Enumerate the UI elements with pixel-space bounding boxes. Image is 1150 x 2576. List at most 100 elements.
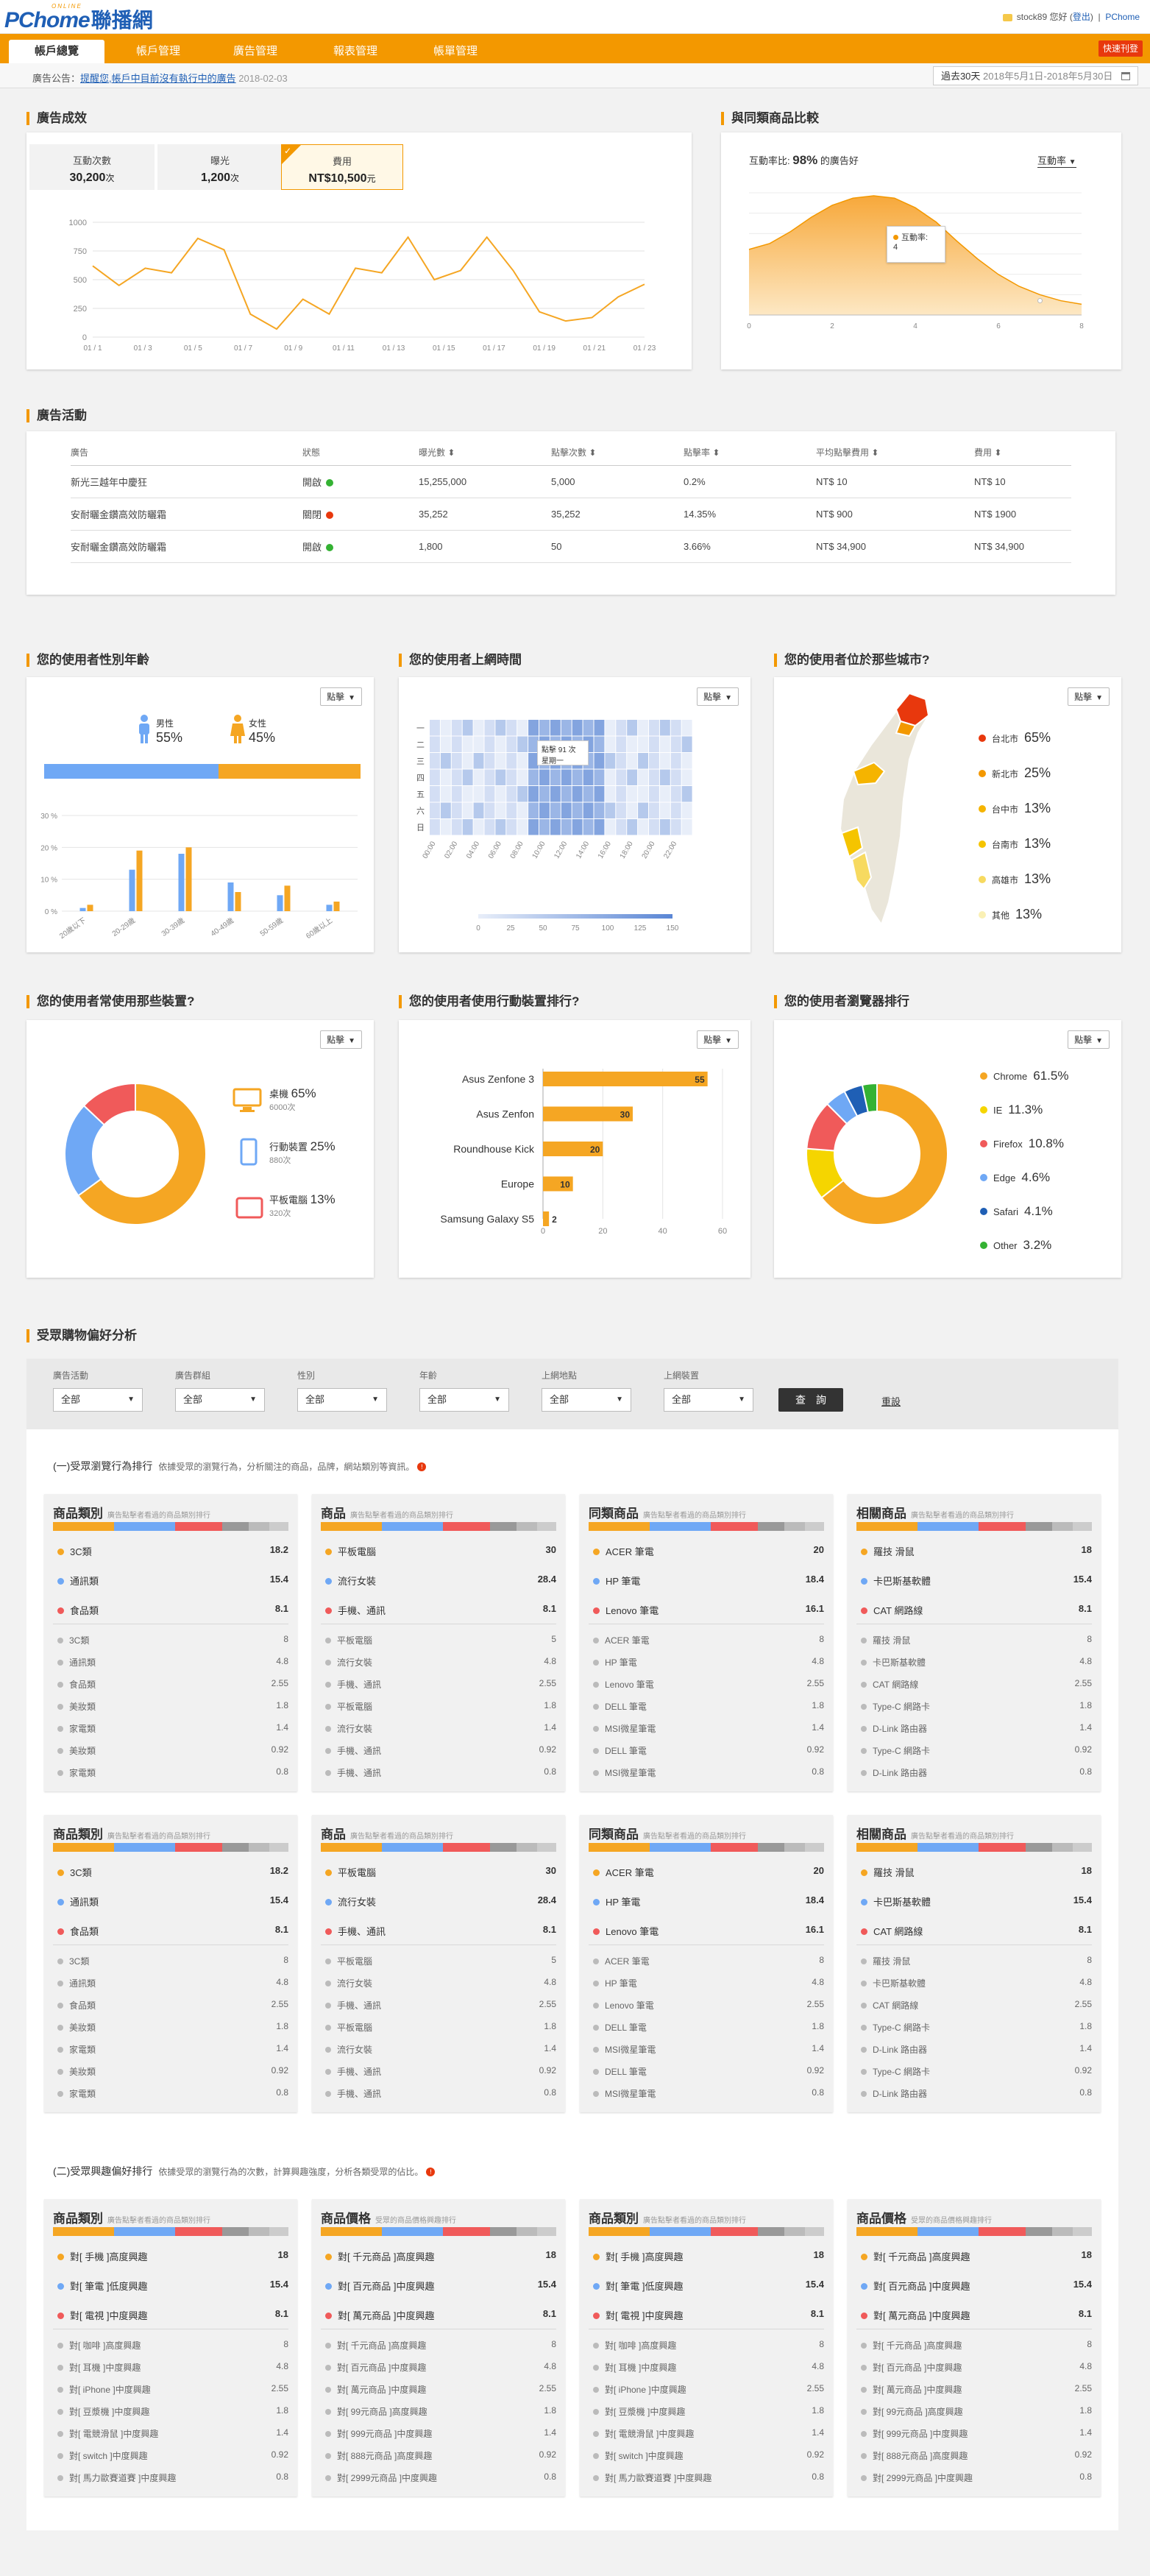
rank-item-label: 卡巴斯基軟體	[873, 1897, 931, 1908]
rank-item: D-Link 路由器 1.4	[856, 1722, 1092, 1735]
bar-segment	[321, 2227, 383, 2236]
kpi-impressions[interactable]: 曝光 1,200次	[157, 144, 283, 190]
chevron-down-icon: ▼	[616, 1395, 623, 1404]
rank-dot	[57, 2409, 63, 2415]
query-button[interactable]: 查 詢	[778, 1388, 843, 1412]
rank-item-value: 8.1	[274, 1603, 288, 1614]
logout-link[interactable]: 登出	[1073, 12, 1090, 22]
sort-icon: ⬍	[871, 447, 879, 459]
col-avg-cpc[interactable]: 平均點擊費用 ⬍	[816, 440, 974, 466]
rank-subtitle: 受眾的商品價格興趣排行	[375, 2217, 456, 2225]
status-dot	[326, 543, 334, 551]
rank-item-value: 0.92	[806, 1744, 824, 1755]
compare-dropdown-label: 互動率	[1037, 155, 1067, 166]
col-cost[interactable]: 費用 ⬍	[974, 440, 1071, 466]
heatmap-cell	[616, 819, 627, 835]
rank-subtitle: 廣告點擊者看過的商品類別排行	[643, 2217, 746, 2225]
tab-ad-manage[interactable]: 廣告管理	[207, 40, 303, 63]
col-impressions[interactable]: 曝光數 ⬍	[419, 440, 551, 466]
reset-link[interactable]: 重設	[881, 1394, 901, 1408]
cell-value: 3.66%	[684, 540, 711, 552]
info-icon[interactable]: !	[426, 2168, 436, 2176]
x-tick-label: 14:00	[575, 840, 591, 860]
rank-item: 對[ 咖啡 ]高度興趣 8	[53, 2339, 288, 2352]
kpi-interactions[interactable]: 互動次數 30,200次	[29, 144, 155, 190]
pchome-logo[interactable]: PChome聯播網 ONLINE	[4, 3, 153, 32]
cell-value: 0.2%	[684, 475, 706, 487]
rank-item-label: 對[ switch ]中度興趣	[605, 2451, 684, 2461]
rank-dot	[57, 1638, 63, 1643]
filter-select[interactable]: 全部 ▼	[297, 1388, 387, 1412]
date-range-picker[interactable]: 過去30天 2018年5月1日-2018年5月30日	[932, 66, 1138, 85]
filter-label: 上網地點	[542, 1370, 578, 1381]
bar-segment	[114, 2227, 176, 2236]
filter-select[interactable]: 全部 ▼	[542, 1388, 631, 1412]
mobile-dropdown[interactable]: 點擊 ▼	[697, 1030, 739, 1049]
rank-dot	[325, 2313, 332, 2319]
tab-account-overview[interactable]: 帳戶總覽	[9, 40, 104, 63]
info-icon[interactable]: !	[417, 1462, 427, 1471]
heatmap-cell	[517, 769, 528, 785]
rank-item: Type-C 網路卡 1.8	[856, 1700, 1092, 1713]
cell-value: NT$ 34,900	[974, 540, 1024, 552]
rank-dot	[325, 1770, 331, 1776]
heatmap-cell	[506, 720, 517, 736]
x-tick-label: 60	[718, 1227, 727, 1236]
rank-item-label: 對[ 百元商品 ]中度興趣	[337, 2363, 427, 2373]
bar-segment	[784, 2227, 806, 2236]
rank-item-value: 15.4	[269, 1894, 288, 1906]
tab-billing-manage[interactable]: 帳單管理	[408, 40, 503, 63]
mobile-icon	[240, 1138, 258, 1166]
filter-select[interactable]: 全部 ▼	[419, 1388, 509, 1412]
filter-select[interactable]: 全部 ▼	[175, 1388, 265, 1412]
rank-item-label: HP 筆電	[606, 1897, 641, 1908]
bar-segment	[269, 1522, 288, 1531]
filter-label: 年齡	[419, 1370, 438, 1381]
kpi-cost[interactable]: ✓ 費用 NT$10,500元	[281, 144, 403, 190]
city-dropdown[interactable]: 點擊 ▼	[1068, 687, 1110, 706]
x-tick-label: 01 / 11	[333, 344, 355, 353]
rank-item-value: 0.8	[812, 2087, 824, 2098]
online-title: 您的使用者上網時間	[399, 654, 522, 667]
pchome-link[interactable]: PChome	[1105, 12, 1140, 22]
tab-account-manage[interactable]: 帳戶管理	[110, 40, 206, 63]
scale-label: 75	[571, 924, 580, 933]
quick-publish-button[interactable]: 快速刊登	[1098, 40, 1143, 57]
compare-dropdown[interactable]: 互動率 ▼	[1037, 153, 1076, 168]
tab-report-manage[interactable]: 報表管理	[308, 40, 403, 63]
rank-item: MSI微星筆電 0.8	[589, 2087, 824, 2100]
browser-name: Firefox	[993, 1139, 1023, 1150]
notice-link[interactable]: 提醒您,帳戶中目前沒有執行中的廣告	[80, 73, 236, 84]
heatmap-cell	[670, 819, 681, 835]
rank-item-label: 平板電腦	[337, 1702, 373, 1712]
filter-select[interactable]: 全部 ▼	[664, 1388, 753, 1412]
filter-select[interactable]: 全部 ▼	[53, 1388, 143, 1412]
legend-dot	[979, 770, 986, 777]
table-cell: NT$ 1900	[974, 498, 1071, 531]
online-dropdown[interactable]: 點擊 ▼	[697, 687, 739, 706]
table-row[interactable]: 安耐曬金鑽高效防曬霜 開啟 1,800 50 3.66% NT$ 34,900 NT$ 34…	[71, 530, 1071, 563]
tablet-icon	[235, 1197, 263, 1219]
device-dropdown[interactable]: 點擊 ▼	[320, 1030, 362, 1049]
rank-item-value: 1.4	[812, 2043, 824, 2053]
rank-item: CAT 網路線 2.55	[856, 1999, 1092, 2011]
rank-item-value: 0.8	[1079, 1766, 1092, 1777]
gender-dropdown[interactable]: 點擊 ▼	[320, 687, 362, 706]
rank-item-value: 1.8	[1079, 2021, 1092, 2031]
table-row[interactable]: 安耐曬金鑽高效防曬霜 關閉 35,252 35,252 14.35% NT$ 900 NT$…	[71, 498, 1071, 531]
heatmap-cell	[616, 802, 627, 818]
chevron-down-icon: ▼	[1096, 694, 1103, 702]
x-tick-label: 0	[747, 322, 751, 330]
rank-item-label: Lenovo 筆電	[606, 1605, 659, 1616]
col-clicks[interactable]: 點擊次數 ⬍	[551, 440, 684, 466]
table-row[interactable]: 新光三越年中慶狂 開啟 15,255,000 5,000 0.2% NT$ 10 NT$ 1…	[71, 465, 1071, 498]
rank-item-label: D-Link 路由器	[873, 2089, 928, 2099]
rank-item-label: 平板電腦	[338, 1867, 377, 1878]
status-dot	[326, 511, 334, 519]
rank-item-value: 30	[545, 1865, 556, 1876]
rank-item-label: 卡巴斯基軟體	[873, 1657, 926, 1668]
male-ratio-fill	[44, 764, 219, 779]
heatmap-cell	[430, 802, 440, 818]
browser-dropdown[interactable]: 點擊 ▼	[1068, 1030, 1110, 1049]
col-ctr[interactable]: 點擊率 ⬍	[684, 440, 816, 466]
